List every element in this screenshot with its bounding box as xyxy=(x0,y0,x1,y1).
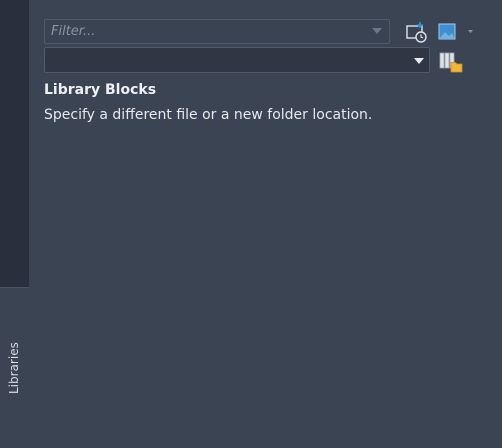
library-path-select[interactable] xyxy=(44,47,430,73)
thumbnail-view-icon xyxy=(438,23,473,40)
tab-libraries-label[interactable]: Libraries xyxy=(4,338,24,398)
library-browse-icon xyxy=(439,52,463,73)
filter-dropdown-arrow-icon[interactable] xyxy=(372,28,382,34)
recent-files-icon xyxy=(406,22,427,43)
browse-library-button[interactable] xyxy=(438,48,464,74)
palette-side-strip: Libraries xyxy=(0,0,29,448)
blocks-palette: Libraries Library Blocks Specify a diffe… xyxy=(0,0,502,448)
library-title: Library Blocks xyxy=(44,82,157,98)
thumbnail-view-button[interactable] xyxy=(437,21,479,43)
side-strip-background xyxy=(0,0,29,287)
library-description: Specify a different file or a new folder… xyxy=(44,107,373,123)
filter-input[interactable] xyxy=(44,19,390,44)
recent-files-button[interactable] xyxy=(404,19,430,45)
path-dropdown-arrow-icon[interactable] xyxy=(414,58,424,64)
